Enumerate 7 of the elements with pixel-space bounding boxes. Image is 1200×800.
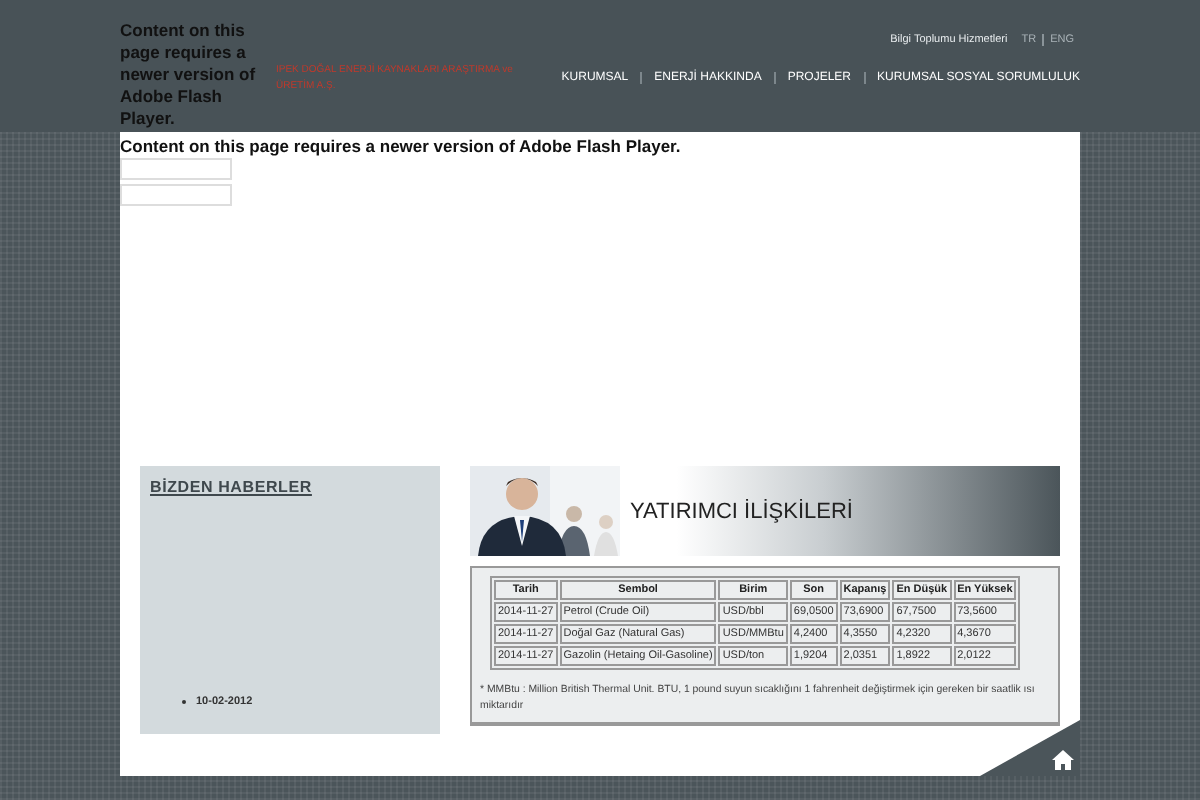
investor-title: YATIRIMCI İLİŞKİLERİ (630, 499, 853, 523)
placeholder-box (120, 184, 232, 206)
flash-notice: Content on this page requires a newer version of Adobe Flash Player. (120, 136, 683, 156)
flash-notice: Content on this page requires a newer version of Adobe Flash Player. (120, 18, 258, 132)
placeholder-box (120, 158, 232, 180)
home-icon[interactable] (1052, 750, 1074, 770)
news-title[interactable]: BİZDEN HABERLER (150, 478, 430, 496)
